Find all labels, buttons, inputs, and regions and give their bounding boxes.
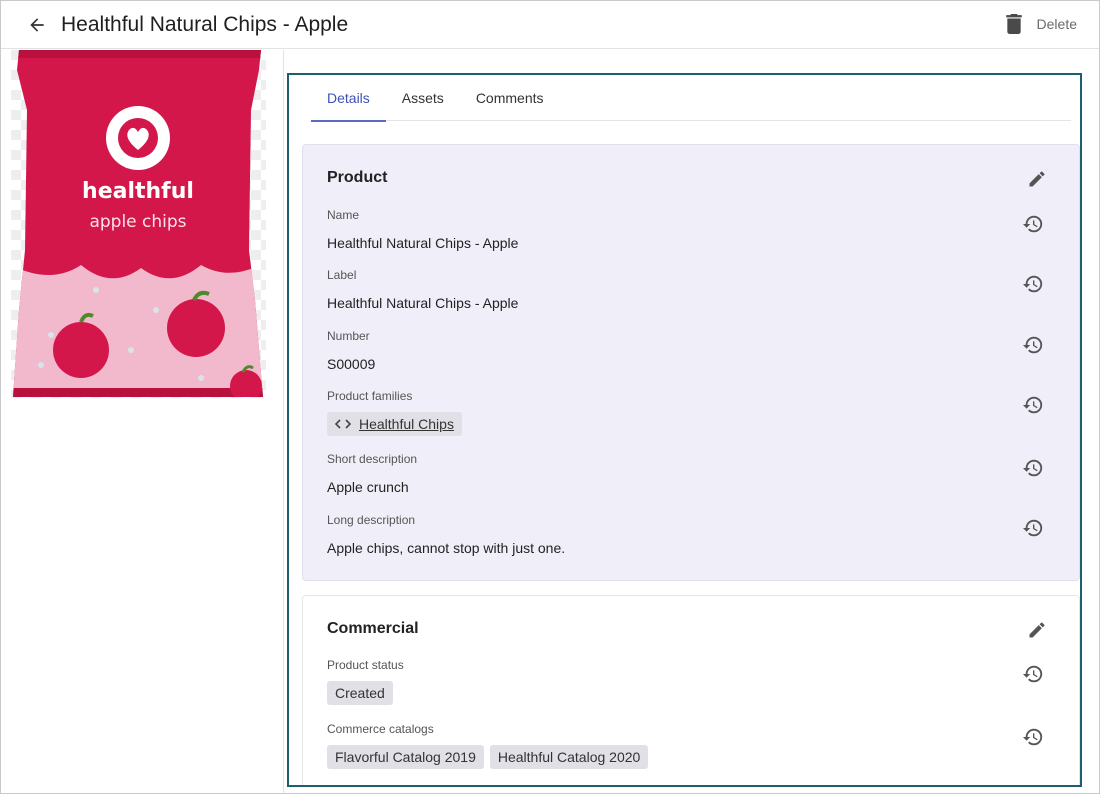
field-number: Number S00009 bbox=[327, 329, 1047, 372]
delete-label: Delete bbox=[1036, 16, 1077, 32]
tab-comments[interactable]: Comments bbox=[460, 75, 560, 121]
history-button[interactable] bbox=[1021, 212, 1045, 236]
trash-icon bbox=[1005, 14, 1022, 34]
history-icon bbox=[1022, 728, 1043, 746]
history-icon bbox=[1022, 396, 1043, 414]
brand-text: healthful bbox=[82, 179, 194, 204]
page-title: Healthful Natural Chips - Apple bbox=[61, 13, 349, 36]
history-button[interactable] bbox=[1021, 333, 1045, 357]
history-button[interactable] bbox=[1021, 272, 1045, 296]
tab-bar: Details Assets Comments bbox=[311, 75, 1071, 122]
history-icon bbox=[1022, 336, 1043, 354]
details-panel: Details Assets Comments Product Name Hea… bbox=[287, 73, 1082, 787]
field-label: Product status bbox=[327, 658, 404, 672]
field-label: Number bbox=[327, 329, 370, 343]
field-value: Apple chips, cannot stop with just one. bbox=[327, 540, 566, 556]
field-product-families: Product families Healthful Chips bbox=[327, 389, 1047, 436]
pencil-icon bbox=[1029, 171, 1045, 187]
section-title: Commercial bbox=[327, 620, 419, 637]
tab-label: Details bbox=[327, 90, 370, 106]
edit-product-button[interactable] bbox=[1025, 167, 1049, 191]
field-label-attr: Label Healthful Natural Chips - Apple bbox=[327, 268, 1047, 311]
back-button[interactable] bbox=[23, 11, 51, 39]
field-label: Name bbox=[327, 208, 360, 222]
tab-label: Assets bbox=[401, 90, 444, 106]
status-chip: Created bbox=[327, 681, 393, 705]
history-button[interactable] bbox=[1021, 516, 1045, 540]
field-short-description: Short description Apple crunch bbox=[327, 452, 1047, 495]
field-label: Long description bbox=[327, 513, 416, 527]
history-icon bbox=[1022, 519, 1043, 537]
field-value: Apple crunch bbox=[327, 479, 409, 495]
history-icon bbox=[1022, 275, 1043, 293]
catalog-chip: Flavorful Catalog 2019 bbox=[327, 745, 484, 769]
chip-text: Healthful Chips bbox=[359, 416, 454, 432]
catalog-chip: Healthful Catalog 2020 bbox=[489, 745, 649, 769]
field-name: Name Healthful Natural Chips - Apple bbox=[327, 208, 1047, 251]
product-family-chip[interactable]: Healthful Chips bbox=[327, 412, 462, 436]
field-value: Healthful Natural Chips - Apple bbox=[327, 235, 519, 251]
tab-assets[interactable]: Assets bbox=[386, 75, 460, 121]
field-value: S00009 bbox=[327, 356, 376, 372]
field-commerce-catalogs: Commerce catalogs Flavorful Catalog 2019… bbox=[327, 722, 1047, 769]
history-icon bbox=[1022, 665, 1043, 683]
history-button[interactable] bbox=[1021, 393, 1045, 417]
tab-details[interactable]: Details bbox=[311, 75, 386, 122]
field-label: Short description bbox=[327, 452, 418, 466]
history-icon bbox=[1022, 215, 1043, 233]
history-icon bbox=[1022, 459, 1043, 477]
field-long-description: Long description Apple chips, cannot sto… bbox=[327, 513, 1047, 556]
field-value: Healthful Natural Chips - Apple bbox=[327, 295, 519, 311]
field-label: Commerce catalogs bbox=[327, 722, 434, 736]
field-label: Label bbox=[327, 268, 357, 282]
product-section: Product Name Healthful Natural Chips - A… bbox=[302, 144, 1080, 581]
product-image: healthful apple chips bbox=[11, 50, 266, 398]
pencil-icon bbox=[1029, 622, 1045, 638]
tab-label: Comments bbox=[475, 90, 544, 106]
history-button[interactable] bbox=[1021, 456, 1045, 480]
field-product-status: Product status Created bbox=[327, 658, 1047, 705]
arrow-left-icon bbox=[30, 18, 44, 32]
code-icon bbox=[335, 419, 351, 429]
history-button[interactable] bbox=[1021, 662, 1045, 686]
field-label: Product families bbox=[327, 389, 413, 403]
delete-button[interactable]: Delete bbox=[1005, 12, 1077, 36]
history-button[interactable] bbox=[1021, 725, 1045, 749]
commercial-section: Commercial Product status Created Commer… bbox=[302, 595, 1080, 785]
image-panel: healthful apple chips bbox=[1, 50, 284, 793]
edit-commercial-button[interactable] bbox=[1025, 618, 1049, 642]
product-subtitle-text: apple chips bbox=[89, 212, 186, 232]
page-header: Healthful Natural Chips - Apple Delete bbox=[1, 1, 1099, 49]
section-title: Product bbox=[327, 169, 388, 186]
